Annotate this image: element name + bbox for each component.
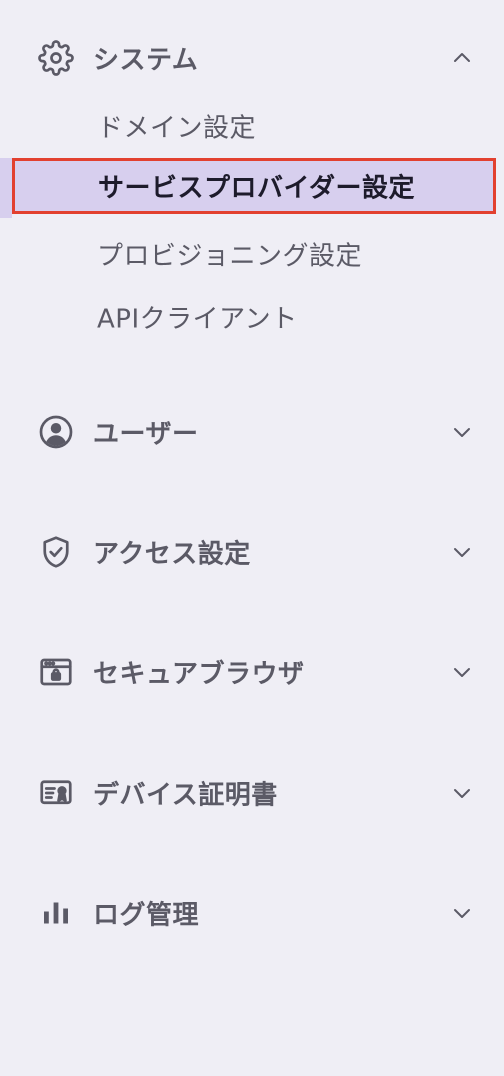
sidebar-item-domain-settings[interactable]: ドメイン設定 (0, 96, 504, 156)
sidebar-item-api-clients[interactable]: APIクライアント (0, 287, 504, 347)
browser-lock-icon (38, 654, 74, 690)
section-header-users[interactable]: ユーザー (0, 402, 504, 462)
sidebar-item-label: APIクライアント (97, 304, 298, 335)
section-label-secure-browser: セキュアブラウザ (93, 659, 305, 690)
certificate-icon (38, 775, 74, 811)
chevron-up-icon[interactable] (450, 46, 474, 70)
section-header-system[interactable]: システム (0, 28, 504, 88)
sidebar-nav: システム ドメイン設定 サービスプロバイダー設定 プロビジョニング設定 APIク… (0, 0, 504, 1076)
sidebar-item-label: プロビジョニング設定 (97, 241, 363, 272)
section-label-log-management: ログ管理 (93, 900, 200, 931)
chevron-down-icon[interactable] (450, 540, 474, 564)
chevron-down-icon[interactable] (450, 420, 474, 444)
active-indicator (0, 158, 12, 218)
chevron-down-icon[interactable] (450, 901, 474, 925)
section-header-secure-browser[interactable]: セキュアブラウザ (0, 642, 504, 702)
section-label-device-certificates: デバイス証明書 (93, 780, 278, 811)
chevron-down-icon[interactable] (450, 781, 474, 805)
section-header-log-management[interactable]: ログ管理 (0, 883, 504, 943)
user-circle-icon (38, 414, 74, 450)
gear-icon (38, 40, 74, 76)
bar-chart-icon (38, 895, 74, 931)
section-header-access[interactable]: アクセス設定 (0, 522, 504, 582)
chevron-down-icon[interactable] (450, 660, 474, 684)
sidebar-item-provisioning-settings[interactable]: プロビジョニング設定 (0, 224, 504, 284)
section-label-access: アクセス設定 (93, 539, 251, 570)
sidebar-item-service-provider-settings[interactable]: サービスプロバイダー設定 (12, 158, 496, 214)
section-header-device-certificates[interactable]: デバイス証明書 (0, 763, 504, 823)
section-label-users: ユーザー (93, 419, 199, 450)
shield-check-icon (38, 534, 74, 570)
sidebar-item-label: ドメイン設定 (97, 113, 257, 144)
section-label-system: システム (93, 45, 199, 76)
sidebar-item-label: サービスプロバイダー設定 (98, 173, 415, 204)
